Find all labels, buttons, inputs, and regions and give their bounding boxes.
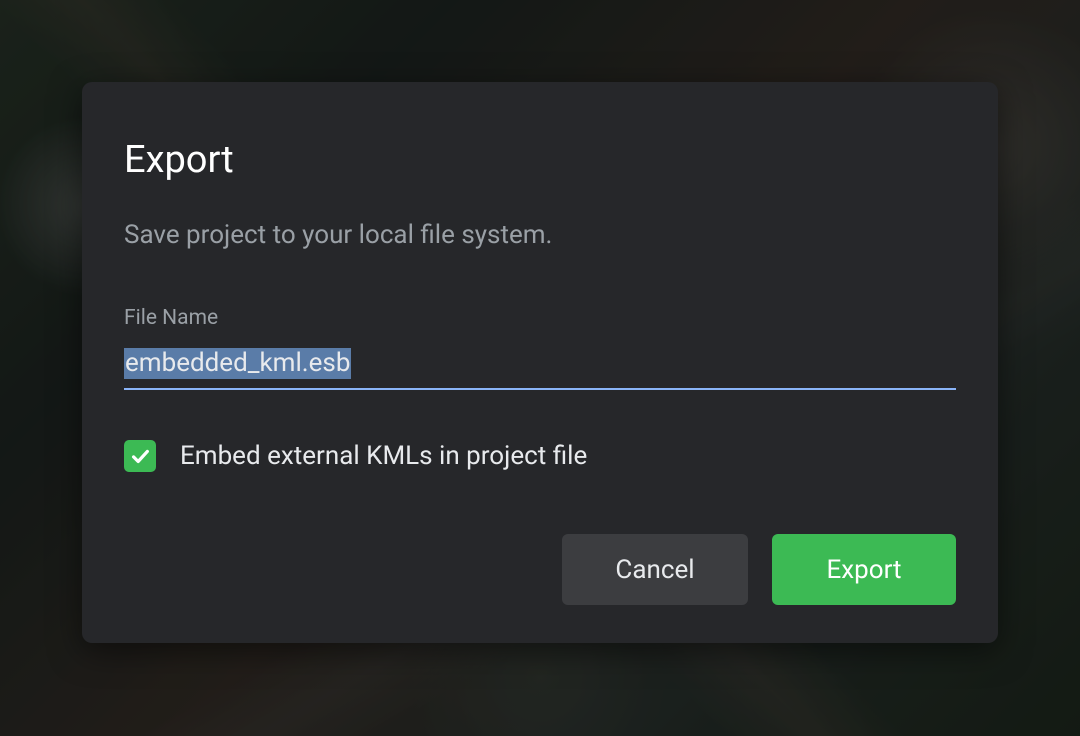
- export-button[interactable]: Export: [772, 534, 956, 605]
- file-name-input-wrapper: embedded_kml.esb: [124, 344, 956, 390]
- cancel-button[interactable]: Cancel: [562, 534, 748, 605]
- dialog-button-row: Cancel Export: [124, 534, 956, 605]
- embed-kml-checkbox-row: Embed external KMLs in project file: [124, 440, 956, 472]
- embed-kml-checkbox-label: Embed external KMLs in project file: [180, 441, 587, 471]
- file-name-label: File Name: [124, 306, 956, 330]
- dialog-subtitle: Save project to your local file system.: [124, 220, 956, 250]
- export-dialog: Export Save project to your local file s…: [82, 82, 998, 643]
- checkmark-icon: [129, 445, 151, 467]
- dialog-title: Export: [124, 138, 956, 182]
- embed-kml-checkbox[interactable]: [124, 440, 156, 472]
- file-name-input[interactable]: [124, 344, 956, 390]
